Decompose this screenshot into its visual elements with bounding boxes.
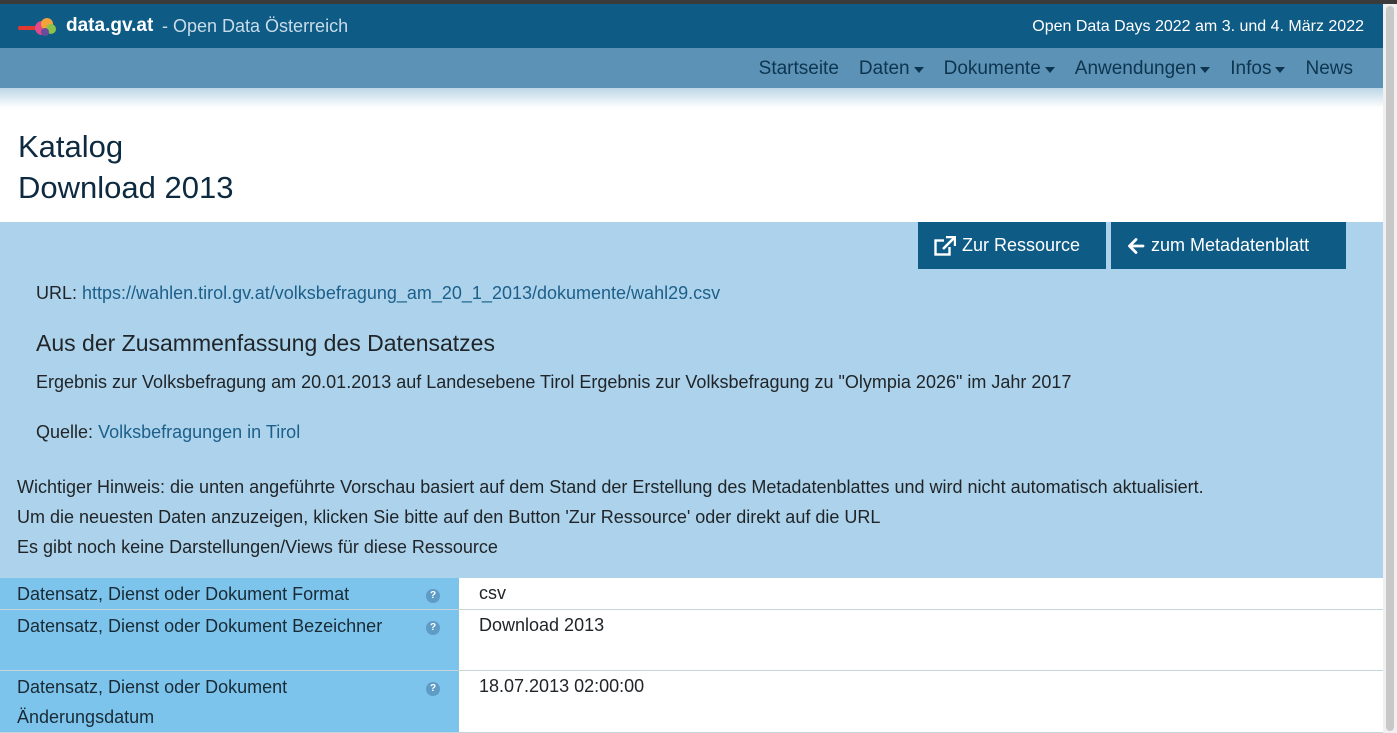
caret-down-icon — [1275, 67, 1286, 73]
help-icon[interactable]: ? — [426, 621, 440, 635]
notice-text: Wichtiger Hinweis: die unten angeführte … — [17, 472, 1204, 562]
metadata-key: Datensatz, Dienst oder Dokument Änderung… — [17, 677, 288, 727]
summary-heading: Aus der Zusammenfassung des Datensatzes — [36, 330, 495, 356]
page-title-line2: Download 2013 — [18, 170, 234, 205]
table-row: Datensatz, Dienst oder Dokument Bezeichn… — [0, 609, 1383, 671]
nav-item-anwendungen[interactable]: Anwendungen — [1065, 58, 1221, 80]
help-icon[interactable]: ? — [426, 682, 440, 696]
zum-metadatenblatt-button[interactable]: zum Metadatenblatt — [1111, 222, 1346, 269]
page-title-line1: Katalog — [18, 129, 124, 164]
nav-item-label: Dokumente — [943, 58, 1041, 79]
nav-shadow — [0, 88, 1383, 108]
table-row: Datensatz, Dienst oder Dokument Änderung… — [0, 670, 1383, 733]
page: data.gv.at - Open Data Österreich Open D… — [0, 4, 1383, 733]
metadata-key-cell: Datensatz, Dienst oder Dokument Bezeichn… — [0, 609, 459, 671]
url-line: URL: https://wahlen.tirol.gv.at/volksbef… — [36, 283, 720, 304]
caret-down-icon — [1044, 67, 1055, 73]
brand-subtitle: - Open Data Österreich — [162, 16, 349, 36]
metadata-table: Datensatz, Dienst oder Dokument Format ?… — [0, 578, 1383, 733]
help-icon[interactable]: ? — [426, 589, 440, 603]
metadata-value: csv — [459, 578, 1383, 610]
metadata-value: 18.07.2013 02:00:00 — [459, 670, 1383, 733]
announcement-link[interactable]: Open Data Days 2022 am 3. und 4. März 20… — [1032, 18, 1364, 36]
main-navbar: Startseite Daten Dokumente Anwendungen I… — [0, 48, 1383, 88]
nav-item-daten[interactable]: Daten — [849, 58, 934, 80]
metadata-key: Datensatz, Dienst oder Dokument Bezeichn… — [17, 616, 383, 636]
url-label: URL: — [36, 283, 78, 303]
nav-item-dokumente[interactable]: Dokumente — [934, 58, 1065, 80]
vertical-scrollbar[interactable] — [1383, 4, 1397, 733]
nav-item-label: Infos — [1230, 58, 1272, 79]
nav-item-label: Startseite — [758, 58, 839, 79]
nav-item-infos[interactable]: Infos — [1220, 58, 1295, 80]
resource-panel: Zur Ressource zum Metadatenblatt URL: ht… — [0, 222, 1383, 578]
caret-down-icon — [1200, 67, 1211, 73]
nav-item-label: Anwendungen — [1074, 58, 1197, 79]
nav-item-startseite[interactable]: Startseite — [749, 58, 849, 80]
summary-text: Ergebnis zur Volksbefragung am 20.01.201… — [36, 372, 1072, 392]
source-line: Quelle: Volksbefragungen in Tirol — [36, 422, 300, 443]
page-title: Katalog Download 2013 — [18, 126, 233, 208]
scrollbar-thumb[interactable] — [1386, 6, 1394, 731]
metadata-value: Download 2013 — [459, 609, 1383, 671]
notice-line-3: Es gibt noch keine Darstellungen/Views f… — [17, 537, 498, 557]
brand-name[interactable]: data.gv.at — [66, 15, 153, 37]
caret-down-icon — [913, 67, 924, 73]
data-gv-at-logo-icon[interactable] — [18, 15, 58, 39]
source-link[interactable]: Volksbefragungen in Tirol — [98, 422, 300, 442]
source-label: Quelle: — [36, 422, 94, 442]
external-link-icon — [934, 235, 956, 256]
nav-item-label: News — [1305, 58, 1353, 79]
zum-metadatenblatt-label: zum Metadatenblatt — [1151, 235, 1310, 255]
notice-line-2: Um die neuesten Daten anzuzeigen, klicke… — [17, 507, 881, 527]
metadata-key-cell: Datensatz, Dienst oder Dokument Format ? — [0, 578, 459, 610]
zur-ressource-button[interactable]: Zur Ressource — [918, 222, 1106, 269]
arrow-left-icon — [1128, 237, 1145, 254]
brand-bar: data.gv.at - Open Data Österreich Open D… — [0, 4, 1383, 48]
resource-url-link[interactable]: https://wahlen.tirol.gv.at/volksbefragun… — [82, 283, 720, 303]
nav-item-news[interactable]: News — [1295, 58, 1363, 80]
nav-menu: Startseite Daten Dokumente Anwendungen I… — [749, 58, 1363, 80]
table-row: Datensatz, Dienst oder Dokument Format ?… — [0, 578, 1383, 610]
zur-ressource-label: Zur Ressource — [962, 235, 1081, 255]
metadata-key-cell: Datensatz, Dienst oder Dokument Änderung… — [0, 670, 459, 733]
notice-line-1: Wichtiger Hinweis: die unten angeführte … — [17, 477, 1204, 497]
metadata-key: Datensatz, Dienst oder Dokument Format — [17, 584, 350, 604]
nav-item-label: Daten — [858, 58, 910, 79]
